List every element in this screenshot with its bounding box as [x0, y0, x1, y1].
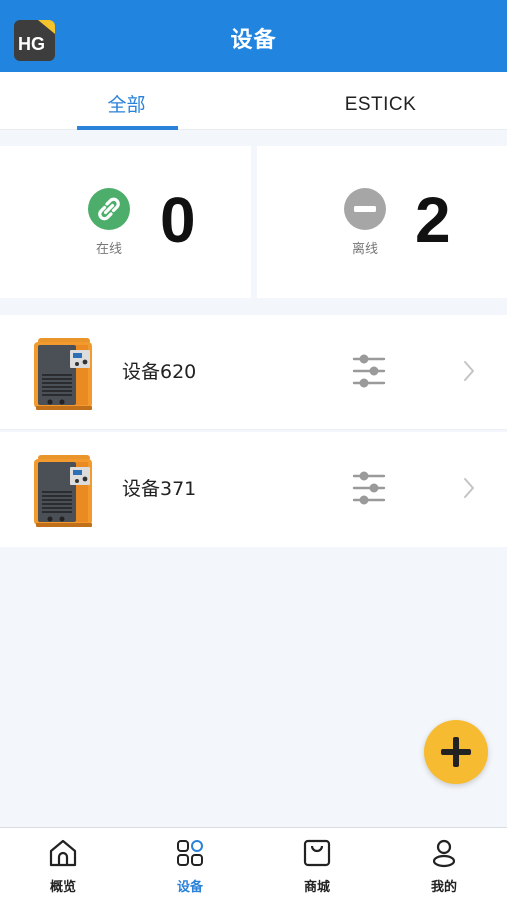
nav-devices-label: 设备: [176, 880, 203, 895]
welder-machine-image: [30, 453, 98, 529]
page-title: 设备: [230, 28, 277, 53]
nav-mine-label: 我的: [430, 880, 457, 895]
welder-machine-image: [30, 336, 98, 412]
minus-circle-icon: [344, 188, 386, 230]
offline-count: 2: [415, 184, 451, 256]
sliders-settings-icon[interactable]: [352, 470, 386, 506]
device-name: 设备371: [122, 478, 197, 500]
online-status-card[interactable]: 在线 0: [0, 146, 251, 298]
device-name: 设备620: [122, 361, 197, 383]
link-icon: [88, 188, 130, 230]
chevron-right-icon: [462, 476, 476, 500]
online-label: 在线: [95, 242, 122, 257]
nav-overview[interactable]: 概览: [0, 828, 126, 900]
shopping-bag-icon: [301, 837, 333, 869]
chevron-right-icon: [462, 359, 476, 383]
tab-bar: 全部 ESTICK: [0, 72, 507, 130]
nav-devices[interactable]: 设备: [127, 828, 253, 900]
plus-icon: [441, 737, 471, 767]
bottom-nav: 概览 设备 商城 我的: [0, 827, 507, 900]
offline-status-card[interactable]: 离线 2: [257, 146, 507, 298]
online-count: 0: [160, 184, 196, 256]
device-row[interactable]: 设备371: [0, 432, 507, 547]
sliders-settings-icon[interactable]: [352, 353, 386, 389]
active-tab-indicator: [77, 126, 178, 130]
tab-estick[interactable]: ESTICK: [254, 72, 507, 130]
app-header: HG 设备: [0, 0, 507, 72]
nav-overview-label: 概览: [49, 880, 76, 895]
user-icon: [428, 837, 460, 869]
tab-all[interactable]: 全部: [0, 72, 253, 130]
nav-store[interactable]: 商城: [254, 828, 380, 900]
offline-label: 离线: [351, 242, 378, 257]
devices-grid-icon: [174, 837, 206, 869]
nav-store-label: 商城: [303, 880, 330, 895]
nav-mine[interactable]: 我的: [381, 828, 507, 900]
device-row[interactable]: 设备620: [0, 315, 507, 430]
add-device-button[interactable]: [424, 720, 488, 784]
home-icon: [47, 837, 79, 869]
